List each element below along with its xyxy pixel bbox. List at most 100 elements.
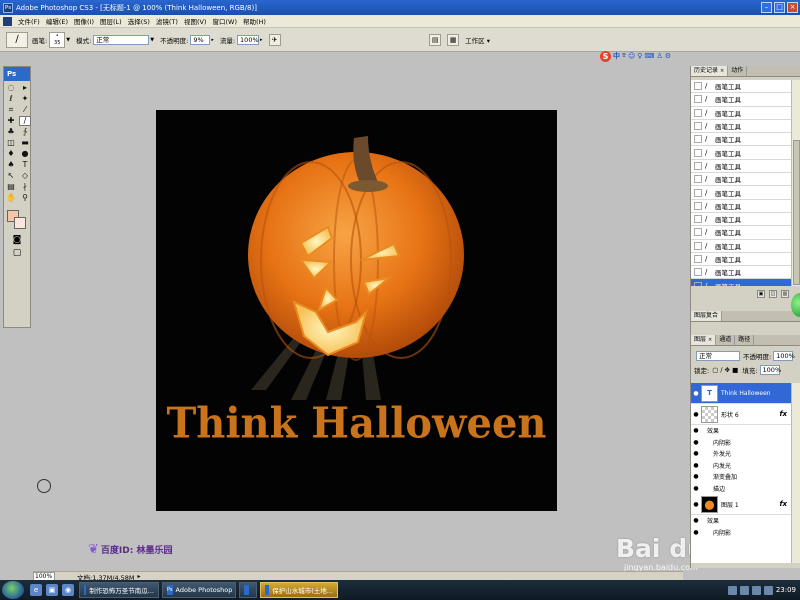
eye-visibility-icon[interactable]: ● (691, 473, 701, 480)
menu-image[interactable]: 图像(I) (71, 16, 97, 26)
lock-icons[interactable]: ▢ ∕ ✥ ■ (712, 366, 738, 374)
slice-icon[interactable]: ⁄ (19, 105, 31, 115)
history-state[interactable]: ∕ 画笔工具 (691, 120, 791, 134)
menu-edit[interactable]: 编辑(E) (43, 16, 71, 26)
history-brush-source-checkbox[interactable] (694, 255, 702, 263)
stamp-icon[interactable]: ♣ (5, 127, 17, 137)
menu-window[interactable]: 窗口(W) (209, 16, 240, 26)
bridge-icon[interactable]: ▦ (447, 33, 460, 46)
blend-mode-select[interactable]: 正常 (696, 351, 740, 361)
history-brush-source-checkbox[interactable] (694, 135, 702, 144)
layer-effect-item[interactable]: ● 内发光 (691, 460, 791, 472)
menu-file[interactable]: 文件(F) (15, 16, 43, 26)
eye-visibility-icon[interactable]: ● (691, 411, 701, 418)
path-select-icon[interactable]: ↖ (5, 171, 17, 181)
brush-preset-picker[interactable]: • 35 (49, 31, 66, 48)
history-brush-source-checkbox[interactable] (694, 95, 702, 104)
tab-layers[interactable]: 图层 × (691, 335, 717, 345)
layer-effect-item[interactable]: ● 内阴影 (691, 527, 791, 539)
history-state[interactable]: ∕ 画笔工具 (691, 200, 791, 213)
tab-actions[interactable]: 动作 (728, 66, 748, 76)
layer-opacity-field[interactable]: 100% (773, 351, 795, 361)
mode-select[interactable]: 正常 (93, 34, 150, 45)
new-snapshot-icon[interactable]: ◫ (769, 290, 777, 298)
healing-icon[interactable]: ✚ (5, 116, 17, 126)
opacity-field[interactable]: 9% (190, 34, 211, 45)
history-state[interactable]: ∕ 画笔工具 (691, 133, 791, 147)
tab-layer-comps[interactable]: 图层复合 (691, 311, 723, 321)
blur-icon[interactable]: ♦ (5, 149, 17, 159)
pen-icon[interactable]: ♠ (5, 160, 17, 170)
eye-visibility-icon[interactable]: ● (691, 450, 701, 457)
history-brush-source-checkbox[interactable] (694, 215, 702, 224)
menu-layer[interactable]: 图层(L) (97, 16, 125, 26)
dodge-icon[interactable]: ● (19, 149, 31, 159)
layer-row[interactable]: ● T Think Halloween (691, 383, 791, 404)
history-brush-source-checkbox[interactable] (694, 175, 702, 184)
lasso-icon[interactable]: ℓ (5, 94, 17, 104)
trash-icon[interactable]: ▥ (781, 290, 789, 298)
layer-effects-icon[interactable]: fx (779, 500, 787, 508)
zoom-icon[interactable]: ⚲ (19, 193, 31, 203)
layer-effects-icon[interactable]: fx (779, 410, 787, 418)
maximize-button[interactable]: □ (774, 2, 785, 13)
history-state[interactable]: ∕ 画笔工具 (691, 186, 791, 200)
new-document-icon[interactable]: ▣ (757, 290, 765, 298)
marquee-icon[interactable]: ◌ (5, 83, 17, 93)
crop-icon[interactable]: ⌗ (5, 105, 17, 115)
layers-scrollbar[interactable] (791, 383, 800, 563)
shape-icon[interactable]: ◇ (19, 171, 31, 181)
emoji-icon[interactable]: ☺ (628, 52, 635, 60)
ps-logo[interactable]: Ps (4, 67, 30, 81)
taskbar-item-active[interactable]: 保护山水城市(土地... (260, 582, 338, 598)
history-brush-source-checkbox[interactable] (694, 201, 702, 210)
network-icon[interactable] (727, 585, 737, 595)
quicklaunch-ie-icon[interactable]: e (30, 584, 42, 596)
eye-visibility-icon[interactable]: ● (691, 529, 701, 536)
move-icon[interactable]: ▸ (19, 83, 31, 93)
keyboard-icon[interactable]: ⌨ (644, 52, 654, 60)
history-state[interactable]: ∕ 画笔工具 (691, 146, 791, 160)
chevron-right-icon[interactable]: ▸ (138, 573, 141, 580)
eye-visibility-icon[interactable]: ● (691, 462, 701, 469)
hand-icon[interactable]: ✋ (5, 193, 17, 203)
layer-effect-item[interactable]: ● 内阴影 (691, 437, 791, 449)
history-state[interactable]: ∕ 画笔工具 (691, 279, 791, 286)
document-icon[interactable]: ▤ (429, 33, 442, 46)
tool-preset-picker[interactable]: ∕ (6, 31, 28, 48)
taskbar-item[interactable]: Ps Adobe Photoshop ... (162, 582, 236, 598)
start-button[interactable] (2, 581, 24, 599)
settings-icon[interactable]: ⚙ (665, 52, 671, 60)
ime-mode-icon[interactable]: 中 (613, 51, 620, 61)
eye-visibility-icon[interactable]: ● (691, 517, 701, 524)
tab-history[interactable]: 历史记录 × (691, 66, 729, 76)
history-state[interactable]: ∕ 画笔工具 (691, 80, 791, 94)
history-brush-source-checkbox[interactable] (694, 108, 702, 117)
history-brush-icon[interactable]: ∱ (19, 127, 31, 137)
ime-icon[interactable] (751, 585, 761, 595)
tab-paths[interactable]: 路径 (735, 335, 755, 345)
history-state[interactable]: ∕ 画笔工具 (691, 93, 791, 107)
background-color-swatch[interactable] (14, 217, 26, 229)
document-icon[interactable] (3, 16, 12, 26)
notes-icon[interactable]: ▤ (5, 182, 17, 192)
punctuation-icon[interactable]: º (622, 52, 626, 60)
chevron-right-icon[interactable]: ▸ (211, 37, 214, 43)
history-brush-source-checkbox[interactable] (694, 82, 702, 91)
menu-select[interactable]: 选择(S) (125, 16, 153, 26)
history-state[interactable]: ∕ 画笔工具 (691, 173, 791, 187)
eraser-icon[interactable]: ◫ (5, 138, 17, 148)
taskbar-item[interactable]: 制作恐怖万圣节南瓜... (79, 582, 159, 598)
brush-icon[interactable]: ∕ (19, 116, 31, 126)
quicklaunch-app-icon[interactable]: ◉ (62, 584, 74, 596)
layer-effect-item[interactable]: ● 描边 (691, 483, 791, 495)
eye-visibility-icon[interactable]: ● (691, 485, 701, 492)
layer-effect-item[interactable]: ● 外发光 (691, 448, 791, 460)
eye-visibility-icon[interactable]: ● (691, 501, 701, 508)
history-scrollbar[interactable] (791, 80, 800, 286)
chevron-right-icon[interactable]: ▸ (260, 37, 263, 43)
history-state[interactable]: ∕ 画笔工具 (691, 160, 791, 174)
eye-visibility-icon[interactable]: ● (691, 390, 701, 397)
menu-view[interactable]: 视图(V) (181, 16, 210, 26)
effects-group[interactable]: ● 效果 (691, 515, 791, 527)
